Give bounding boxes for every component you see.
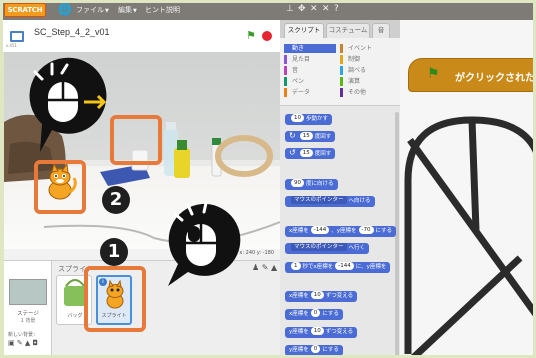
block-input[interactable]: -144 [310,226,330,234]
block-point-in-direction[interactable]: 90 度に向ける [285,179,338,190]
category-data[interactable]: データ [284,88,336,97]
block-turn-right[interactable]: ↻ 15 度回す [285,131,336,142]
block-text: y座標を [289,347,309,353]
category-pen[interactable]: ペン [284,77,336,86]
block-text: へ行く [348,245,366,251]
block-text: 度に向ける [306,181,334,187]
block-text: 歩動かす [306,116,329,122]
block-glide[interactable]: 1 秒でx座標を -144 に、y座標を [285,262,391,273]
block-input[interactable]: 90 [291,179,304,187]
menu-tips[interactable]: ヒント [145,4,166,16]
block-text: へ向ける [348,198,371,204]
block-text: x座標を [289,311,309,317]
cat-highlight-box [34,160,86,214]
block-dropdown[interactable]: マウスのポインター [291,243,347,251]
tab-scripts[interactable]: スクリプト [284,23,324,38]
menu-edit[interactable]: 編集▼ [118,4,137,17]
block-input[interactable]: 0 [310,309,321,317]
step-badge-2: 2 [102,186,130,214]
block-set-x[interactable]: x座標を 0 にする [285,309,343,320]
editor-tabs: スクリプト コスチューム 音 [280,20,400,38]
green-flag-icon[interactable]: ⚑ [246,30,256,41]
scratch-logo[interactable]: SCRATCH [4,3,46,17]
chevron-down-icon: ▼ [105,8,109,14]
block-input[interactable]: 10 [310,291,324,299]
category-control[interactable]: 制御 [340,55,392,64]
block-text: x座標を [289,293,309,299]
menu-bar: SCRATCH 🌐 ファイル▼ 編集▼ ヒント 説明 ⊥ ✥ ✕ ✕ ? [0,0,536,20]
block-text: 度回す [314,151,332,157]
block-change-x[interactable]: x座標を 10 ずつ変える [285,291,358,302]
stop-button[interactable] [262,31,272,41]
tab-sounds[interactable]: 音 [372,23,390,38]
new-backdrop-tools[interactable]: ▣ ✎ ▲ ◘ [8,339,38,347]
block-change-y[interactable]: y座標を 10 ずつ変える [285,327,358,338]
mouse-click-callout [168,201,241,286]
block-text: にする [322,347,339,353]
menu-file[interactable]: ファイル▼ [76,4,109,17]
block-input[interactable]: -144 [335,262,354,270]
menu-edit-label: 編集 [118,6,132,14]
new-backdrop-label: 新しい背景： [8,332,39,338]
language-globe-icon[interactable]: 🌐 [58,3,72,17]
duplicate-stamp-icon[interactable]: ⊥ [286,3,294,16]
block-dropdown[interactable]: マウスのポインター [291,196,347,204]
block-move-steps[interactable]: 10 歩動かす [285,114,333,125]
block-turn-left[interactable]: ↺ 15 度回す [285,148,336,159]
stage-backdrop-count: 1 背景 [20,318,36,324]
block-input[interactable]: 10 [310,327,324,335]
help-icon[interactable]: ? [334,3,339,16]
menu-file-label: ファイル [76,6,104,14]
rotate-right-icon: ↻ [289,131,296,140]
category-events[interactable]: イベント [340,44,392,53]
chevron-down-icon: ▼ [133,8,137,14]
block-set-y[interactable]: y座標を 0 にする [285,345,343,356]
stage-label: ステージ [17,311,39,317]
tab-costumes[interactable]: コスチューム [326,23,370,38]
block-text: 度回す [314,134,332,140]
block-input[interactable]: 0 [310,345,321,353]
delete-scissors-icon[interactable]: ✥ [298,3,306,16]
sprite-highlight-box [84,266,146,332]
block-text: ずつ変える [325,329,354,335]
rotate-left-icon: ↺ [289,148,296,157]
fullscreen-icon[interactable] [10,31,24,42]
grow-icon[interactable]: ✕ [310,3,318,16]
target-highlight-box [110,115,162,165]
block-input[interactable]: 1 [291,262,301,270]
mouse-move-callout [29,57,107,152]
block-text: にする [322,311,339,317]
block-text: ずつ変える [325,293,354,299]
stage-thumbnail-image [9,279,47,305]
shrink-icon[interactable]: ✕ [322,3,330,16]
category-sound[interactable]: 音 [284,66,336,75]
block-input[interactable]: 15 [299,149,313,157]
block-input[interactable]: 15 [299,132,313,140]
menu-about[interactable]: 説明 [166,4,180,16]
block-input[interactable]: 10 [291,114,304,122]
block-text: y座標を [289,329,309,335]
large-mouse-illustration-icon [404,116,536,358]
block-point-towards[interactable]: マウスのポインター へ向ける [285,196,375,207]
category-motion[interactable]: 動き [284,44,336,53]
block-text: x座標を [289,228,309,234]
block-input[interactable]: -70 [358,226,374,234]
block-text: 秒でx座標を [302,264,334,270]
block-go-to[interactable]: マウスのポインター へ行く [285,243,370,254]
mouse-coordinates: x: 240 y: -180 [239,250,274,256]
category-looks[interactable]: 見た目 [284,55,336,64]
project-title[interactable]: SC_Step_4_2_v01 [34,27,110,37]
version-label: v.451 [6,43,17,48]
stage-thumbnail[interactable]: ステージ 1 背景 新しい背景： ▣ ✎ ▲ ◘ [4,261,52,358]
step-badge-1: 1 [100,238,128,266]
block-text: 、y座標を [331,228,357,234]
